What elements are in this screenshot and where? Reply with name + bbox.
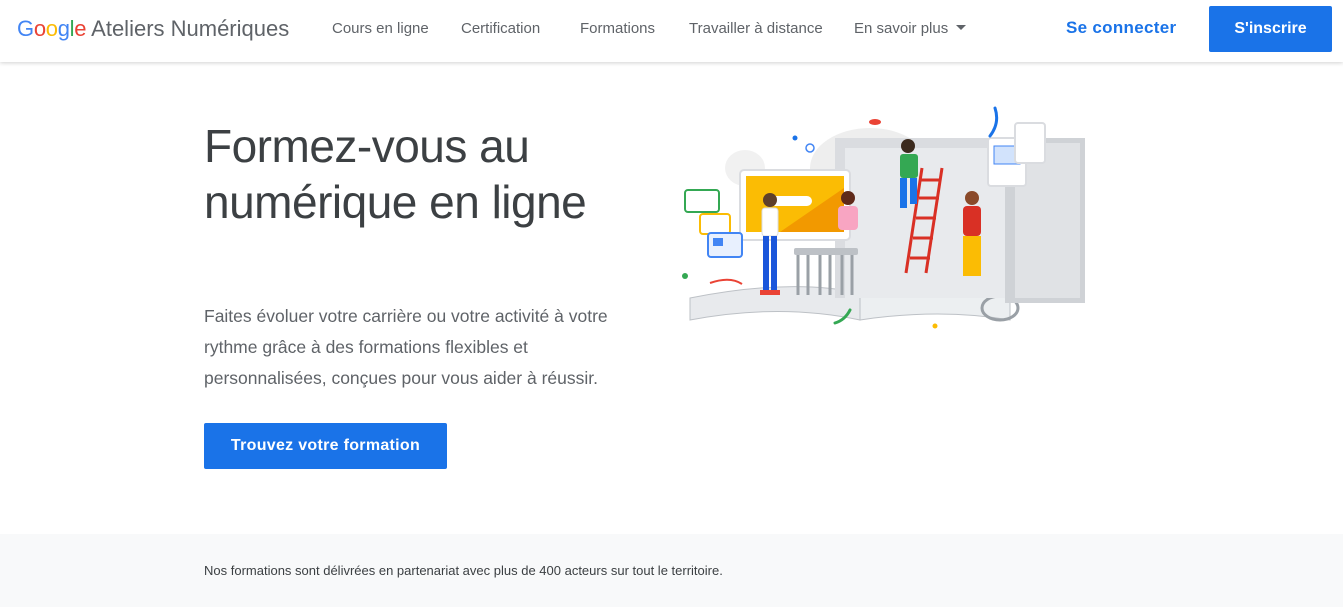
hero-title: Formez-vous au numérique en ligne bbox=[204, 120, 587, 228]
nav-formations[interactable]: Formations bbox=[580, 20, 655, 37]
partners-band: Nos formations sont délivrées en partena… bbox=[0, 534, 1343, 607]
google-wordmark: Google bbox=[17, 14, 86, 44]
nav-en-savoir-plus-label: En savoir plus bbox=[854, 20, 949, 37]
find-training-button[interactable]: Trouvez votre formation bbox=[204, 423, 447, 469]
site-header: Google Ateliers Numériques Cours en lign… bbox=[0, 0, 1343, 62]
caret-down-icon bbox=[956, 24, 967, 30]
hero-description: Faites évoluer votre carrière ou votre a… bbox=[204, 306, 608, 388]
brand-name: Ateliers Numériques bbox=[91, 16, 290, 41]
logo-letter-o1: o bbox=[33, 16, 46, 41]
login-link[interactable]: Se connecter bbox=[1066, 18, 1176, 38]
logo-letter-o2: o bbox=[45, 16, 58, 41]
partners-text: Nos formations sont délivrées en partena… bbox=[204, 563, 723, 578]
hero-illustration bbox=[682, 106, 1085, 329]
nav-certification[interactable]: Certification bbox=[461, 20, 540, 37]
nav-cours-en-ligne[interactable]: Cours en ligne bbox=[332, 20, 429, 37]
nav-travailler-a-distance[interactable]: Travailler à distance bbox=[689, 20, 823, 37]
logo-letter-g2: g bbox=[57, 16, 70, 41]
logo-letter-e: e bbox=[74, 16, 87, 41]
google-logo[interactable]: Google Ateliers Numériques bbox=[17, 14, 289, 44]
nav-en-savoir-plus[interactable]: En savoir plus bbox=[854, 20, 967, 37]
logo-letter-g: G bbox=[17, 16, 34, 41]
signup-button[interactable]: S'inscrire bbox=[1209, 6, 1332, 52]
